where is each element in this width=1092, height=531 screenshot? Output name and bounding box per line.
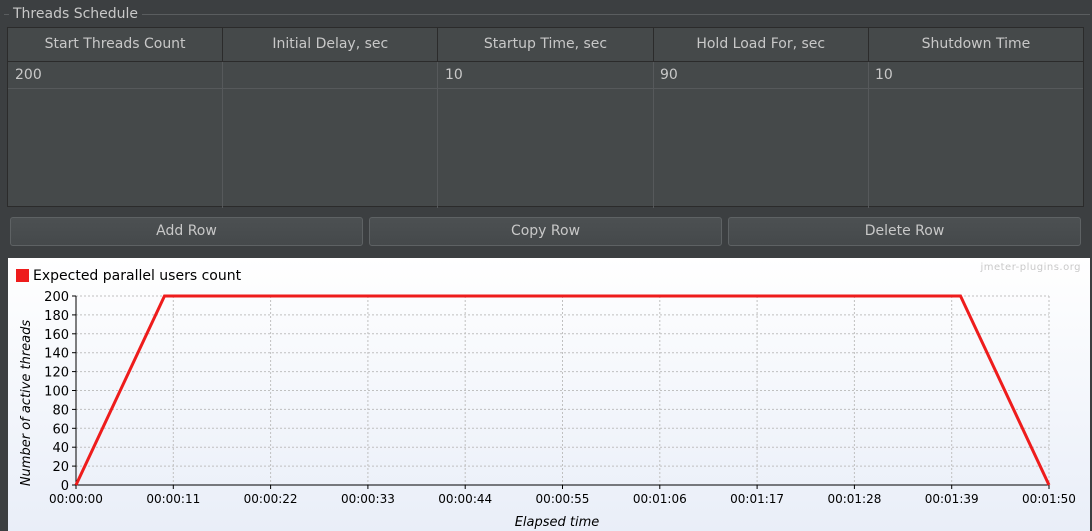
y-tick-label: 40 [52,441,69,456]
copy-row-button[interactable]: Copy Row [369,217,722,246]
x-tick-label: 00:01:50 [1022,492,1076,506]
column-header-startup-time[interactable]: Startup Time, sec [438,28,654,61]
threads-schedule-table[interactable]: Start Threads Count Initial Delay, sec S… [7,27,1084,208]
watermark: jmeter-plugins.org [979,262,1081,273]
table-row[interactable]: 200 10 90 10 [8,62,1083,89]
cell-shutdown-time[interactable]: 10 [868,62,1083,88]
cell-startup-time[interactable]: 10 [438,62,653,88]
table-body: 200 10 90 10 [8,62,1083,208]
delete-row-button[interactable]: Delete Row [728,217,1081,246]
x-tick-label: 00:01:28 [827,492,881,506]
x-tick-label: 00:00:55 [536,492,590,506]
cell-start-threads[interactable]: 200 [8,62,223,88]
x-tick-label: 00:01:39 [925,492,979,506]
x-tick-label: 00:01:06 [633,492,687,506]
x-tick-label: 00:00:00 [49,492,103,506]
x-tick-label: 00:00:22 [244,492,298,506]
column-header-shutdown-time[interactable]: Shutdown Time [868,28,1084,61]
threads-chart: jmeter-plugins.org Expected parallel use… [8,258,1090,531]
y-tick-label: 100 [44,385,69,400]
column-header-hold-load[interactable]: Hold Load For, sec [653,28,869,61]
column-header-initial-delay[interactable]: Initial Delay, sec [223,28,439,61]
x-tick-label: 00:01:17 [730,492,784,506]
y-axis-label: Number of active threads [19,320,34,487]
x-axis-label: Elapsed time [515,515,600,530]
panel-title: Threads Schedule [9,6,143,22]
table-header: Start Threads Count Initial Delay, sec S… [8,28,1084,62]
add-row-button[interactable]: Add Row [10,217,363,246]
legend-label: Expected parallel users count [33,268,242,284]
cell-initial-delay[interactable] [223,62,438,88]
chart-background [8,258,1090,531]
y-tick-label: 140 [44,347,69,362]
legend-swatch [16,269,29,282]
y-tick-label: 20 [52,460,69,475]
y-tick-label: 120 [44,366,69,381]
chart-svg: jmeter-plugins.org Expected parallel use… [8,258,1090,531]
x-tick-label: 00:00:33 [341,492,395,506]
y-tick-label: 180 [44,309,69,324]
y-tick-label: 160 [44,328,69,343]
x-tick-label: 00:00:11 [146,492,200,506]
y-tick-label: 60 [52,422,69,437]
x-tick-label: 00:00:44 [438,492,492,506]
y-tick-label: 80 [52,403,69,418]
y-tick-label: 200 [44,290,69,305]
column-header-start-threads[interactable]: Start Threads Count [8,28,224,61]
row-actions: Add Row Copy Row Delete Row [10,217,1081,246]
cell-hold-load[interactable]: 90 [653,62,868,88]
